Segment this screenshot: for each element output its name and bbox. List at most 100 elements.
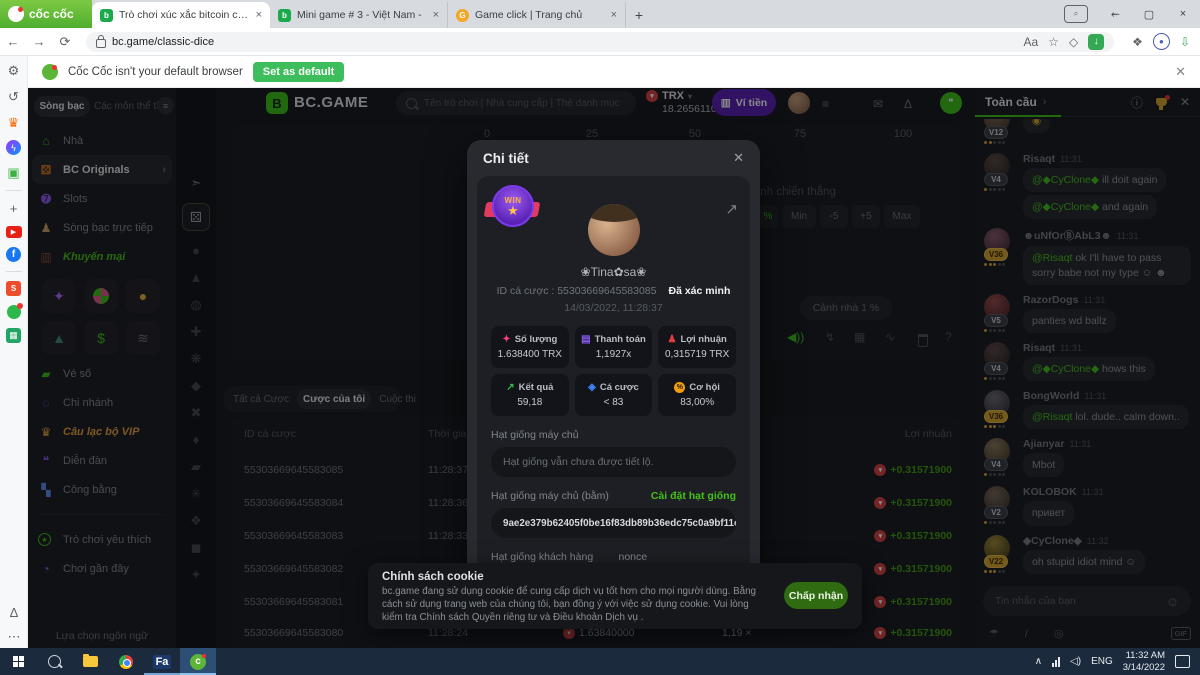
notice-text: Cốc Cốc isn't your default browser	[68, 66, 243, 78]
coccoc-logo-icon	[42, 64, 58, 80]
start-button[interactable]	[0, 648, 36, 675]
set-default-button[interactable]: Set as default	[253, 62, 345, 82]
player-avatar[interactable]	[588, 204, 640, 256]
bookmark-star-icon[interactable]: ☆	[1048, 35, 1059, 49]
verified-label[interactable]: Đã xác minh	[669, 285, 731, 297]
notice-close-icon[interactable]: ✕	[1175, 64, 1186, 80]
default-browser-notice: Cốc Cốc isn't your default browser Set a…	[28, 56, 1200, 88]
server-seed-label: Hạt giống máy chủ	[491, 429, 736, 441]
cookie-notice: Chính sách cookie bc.game đang sử dụng c…	[368, 563, 862, 629]
close-button[interactable]: ×	[1166, 8, 1200, 20]
tab-title: Game click | Trang chủ	[475, 9, 605, 21]
window-controls: – ▢ ×	[1098, 0, 1200, 28]
add-icon[interactable]: +	[5, 200, 22, 217]
tab-title: Trò chơi xúc xắc bitcoin cổ đi	[119, 9, 250, 21]
browser-tabstrip: cốc cốc b Trò chơi xúc xắc bitcoin cổ đi…	[0, 0, 1200, 28]
modal-close-icon[interactable]: ✕	[733, 150, 744, 166]
windows-taskbar: Fa c ∧ ◁) ENG 11:32 AM3/14/2022	[0, 648, 1200, 675]
stat-profit: ♟Lợi nhuận0,315719 TRX	[658, 326, 736, 368]
shield-icon[interactable]: ◇	[1069, 35, 1078, 49]
extensions-puzzle-icon[interactable]: ❖	[1132, 35, 1143, 49]
more-icon[interactable]: ⋯	[0, 628, 28, 645]
taskbar-clock[interactable]: 11:32 AM3/14/2022	[1123, 650, 1165, 674]
screen: cốc cốc b Trò chơi xúc xắc bitcoin cổ đi…	[0, 0, 1200, 675]
result-icon: ↗	[506, 382, 514, 393]
divider	[6, 190, 22, 191]
translate-icon[interactable]: Aa	[1023, 35, 1038, 49]
nonce-label: nonce	[619, 551, 737, 563]
share-icon[interactable]: ↗	[725, 200, 738, 218]
taskbar-search-icon[interactable]	[36, 648, 72, 675]
notification-bell-icon[interactable]: Δ	[0, 604, 28, 621]
hashed-seed-label: Hạt giống máy chủ (bằm)	[491, 490, 609, 502]
browser-tab-3[interactable]: G Game click | Trang chủ ×	[448, 2, 626, 28]
cookie-body: bc.game đang sử dụng cookie để cung cấp …	[382, 586, 762, 625]
payout-icon: ▤	[581, 334, 590, 345]
coccoc-side-toolbar: ⚙ ↺ ♛ ϟ ▣ + ▶ f S ▦ Δ ⋯	[0, 56, 28, 648]
history-icon[interactable]: ↺	[5, 88, 22, 105]
profit-icon: ♟	[668, 334, 677, 345]
client-seed-label: Hạt giống khách hàng	[491, 551, 609, 563]
sheets-icon[interactable]: ▦	[6, 328, 21, 343]
modal-body: WIN★ ↗ ❀Tina✿sa❀ ID cá cược : 5530366964…	[477, 176, 750, 577]
server-seed-input[interactable]: Hạt giống vẫn chưa được tiết lộ.	[491, 447, 736, 477]
coccoc-brand[interactable]: cốc cốc	[0, 0, 92, 28]
facebook-app-icon[interactable]: Fa	[144, 648, 180, 675]
amount-icon: ✦	[502, 334, 510, 345]
browser-addressbar: ← → ⟳ bc.game/classic-dice Aa ☆ ◇ ↓ ❖ ● …	[0, 28, 1200, 56]
back-icon[interactable]: ←	[0, 34, 26, 49]
divider	[6, 271, 22, 272]
browser-profile-icon[interactable]: ●	[1153, 33, 1170, 50]
maximize-button[interactable]: ▢	[1132, 8, 1166, 21]
seed-settings-link[interactable]: Cài đặt hạt giống	[651, 490, 736, 502]
tab-close-icon[interactable]: ×	[611, 9, 617, 21]
coccoc-taskbar-icon[interactable]: c	[180, 648, 216, 675]
tab-close-icon[interactable]: ×	[433, 9, 439, 21]
bet-id: ID cá cược : 55303669645583085	[497, 285, 657, 297]
cookie-title: Chính sách cookie	[382, 571, 848, 583]
crown-icon[interactable]: ♛	[5, 114, 22, 131]
modal-title: Chi tiết	[483, 151, 529, 166]
lock-icon	[96, 39, 106, 48]
win-badge: WIN★	[485, 182, 539, 232]
minimize-button[interactable]: –	[1098, 8, 1132, 20]
tab-title: Mini game # 3 - Việt Nam -	[297, 9, 427, 21]
action-center-icon[interactable]	[1175, 655, 1190, 668]
bcgame-site: Sòng bạc Các môn thể thao ≡ ⌂Nhà ⚄BC Ori…	[28, 88, 1200, 648]
forward-icon[interactable]: →	[26, 34, 52, 49]
new-tab-button[interactable]: +	[626, 2, 652, 28]
facebook-icon[interactable]: f	[6, 247, 21, 262]
messenger-icon[interactable]: ϟ	[6, 140, 21, 155]
network-icon[interactable]	[1052, 657, 1060, 667]
promo-dot-icon[interactable]	[7, 305, 21, 319]
qr-scan-icon[interactable]: ⌕	[1064, 5, 1088, 23]
url-field[interactable]: bc.game/classic-dice Aa ☆ ◇ ↓	[86, 32, 1114, 52]
chrome-icon[interactable]	[108, 648, 144, 675]
bet-date: 14/03/2022, 11:28:37	[491, 302, 736, 314]
hashed-seed-input[interactable]: 9ae2e379b62405f0be16f83db89b36edc75c0a9b…	[491, 508, 736, 538]
youtube-icon[interactable]: ▶	[6, 226, 22, 238]
file-explorer-icon[interactable]	[72, 648, 108, 675]
coccoc-logo-icon	[8, 6, 24, 22]
bcgame-favicon: b	[100, 9, 113, 22]
bet-icon: ◈	[588, 382, 596, 393]
tray-expand-icon[interactable]: ∧	[1035, 656, 1042, 667]
percent-icon: %	[674, 382, 685, 393]
shopee-icon[interactable]: S	[6, 281, 21, 296]
tab-close-icon[interactable]: ×	[256, 9, 262, 21]
cookie-accept-button[interactable]: Chấp nhận	[784, 582, 848, 609]
bet-stats: ✦Số lượng1.638400 TRX ▤Thanh toán1,1927x…	[491, 326, 736, 416]
reload-icon[interactable]: ⟳	[52, 34, 78, 50]
downloads-tray-icon[interactable]: ⇩	[1180, 35, 1190, 49]
stat-amount: ✦Số lượng1.638400 TRX	[491, 326, 569, 368]
browser-tab-1[interactable]: b Trò chơi xúc xắc bitcoin cổ đi ×	[92, 2, 270, 28]
browser-tab-2[interactable]: b Mini game # 3 - Việt Nam - ×	[270, 2, 448, 28]
gamepad-icon[interactable]: ▣	[5, 164, 22, 181]
volume-icon[interactable]: ◁)	[1070, 656, 1081, 667]
language-indicator[interactable]: ENG	[1091, 656, 1113, 667]
coccoc-brand-label: cốc cốc	[29, 7, 74, 21]
download-badge-icon[interactable]: ↓	[1088, 34, 1104, 50]
url-text: bc.game/classic-dice	[112, 36, 214, 48]
bcgame-favicon: b	[278, 9, 291, 22]
settings-gear-icon[interactable]: ⚙	[5, 62, 22, 79]
